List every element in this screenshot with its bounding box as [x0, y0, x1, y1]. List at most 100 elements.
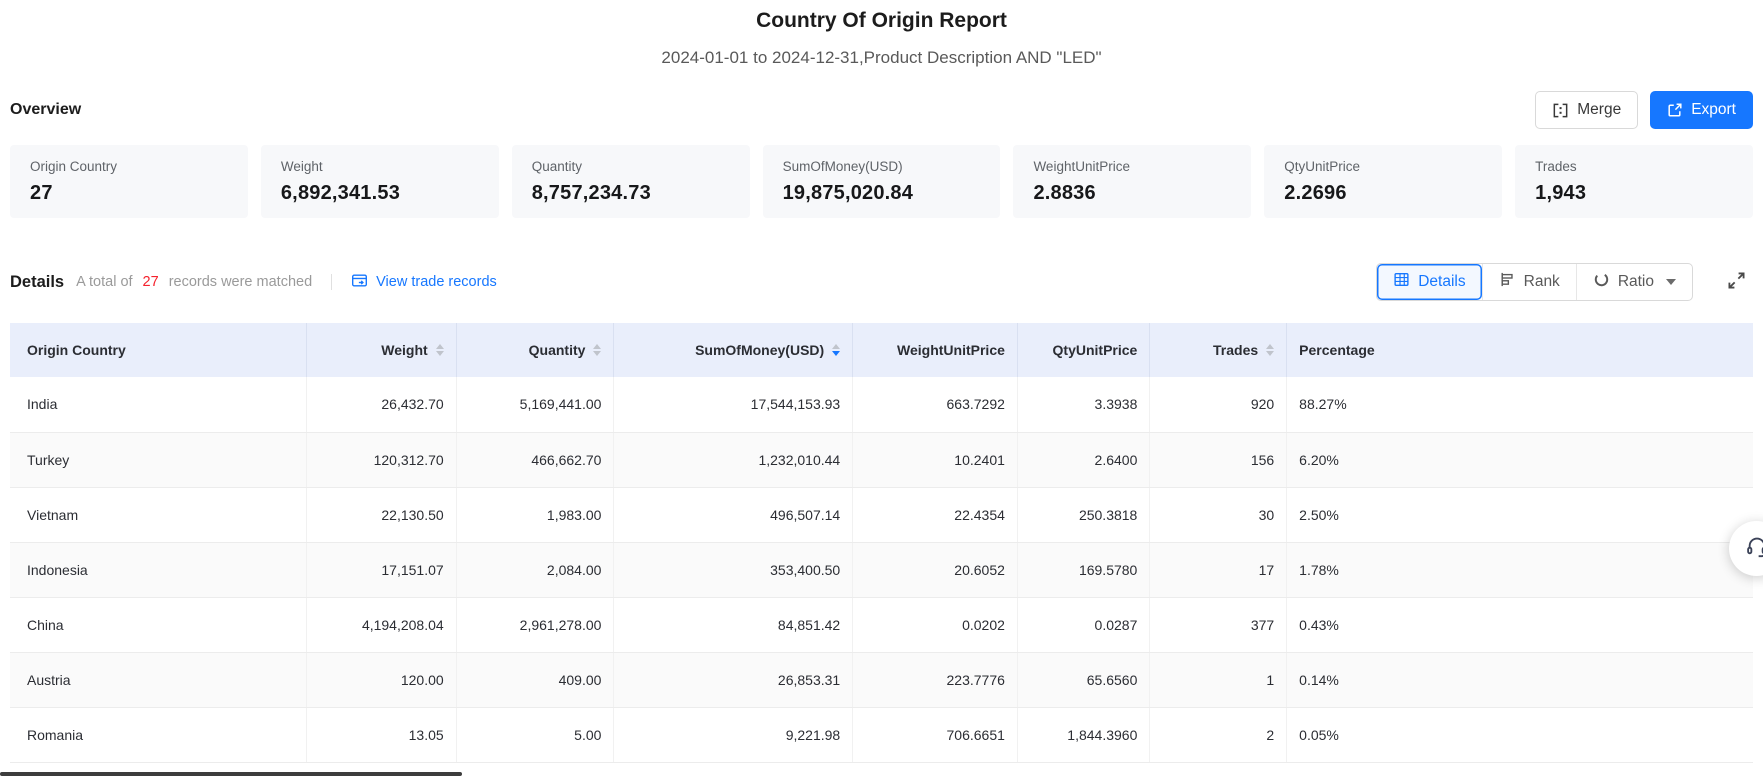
table-row: Indonesia 17,151.07 2,084.00 353,400.50 … [10, 542, 1753, 597]
table-header-row: Origin Country Weight Quantity SumOfMone… [10, 323, 1753, 377]
col-header-trades[interactable]: Trades [1150, 323, 1287, 377]
cell-country: China [10, 597, 306, 652]
cell-weight: 22,130.50 [306, 487, 456, 542]
card-value: 2.2696 [1284, 182, 1482, 205]
col-header-quantity[interactable]: Quantity [456, 323, 614, 377]
caret-down-icon [1666, 279, 1676, 285]
cell-percentage: 6.20% [1287, 432, 1753, 487]
col-label: QtyUnitPrice [1053, 342, 1138, 358]
cell-qty-unit-price: 1,844.3960 [1017, 707, 1149, 762]
cell-percentage: 2.50% [1287, 487, 1753, 542]
sort-carets-icon[interactable] [832, 344, 840, 357]
cell-quantity: 2,961,278.00 [456, 597, 614, 652]
merge-cells-icon [1552, 102, 1569, 119]
merge-button[interactable]: Merge [1535, 91, 1638, 129]
tab-details-label: Details [1418, 273, 1465, 291]
sort-carets-icon[interactable] [593, 344, 601, 357]
cell-quantity: 2,084.00 [456, 542, 614, 597]
col-header-origin-country: Origin Country [10, 323, 306, 377]
overview-cards: Origin Country 27 Weight 6,892,341.53 Qu… [10, 145, 1753, 218]
sort-carets-icon[interactable] [436, 344, 444, 357]
cell-weight-unit-price: 10.2401 [853, 432, 1018, 487]
tab-rank-label: Rank [1524, 273, 1560, 291]
tab-rank[interactable]: Rank [1482, 264, 1576, 300]
toolbar-actions: Merge Export [1535, 91, 1753, 129]
cell-trades: 156 [1150, 432, 1287, 487]
table-row: Austria 120.00 409.00 26,853.31 223.7776… [10, 652, 1753, 707]
overview-card: SumOfMoney(USD) 19,875,020.84 [763, 145, 1001, 218]
col-header-weight[interactable]: Weight [306, 323, 456, 377]
cell-qty-unit-price: 2.6400 [1017, 432, 1149, 487]
report-subtitle: 2024-01-01 to 2024-12-31,Product Descrip… [10, 48, 1753, 68]
view-switcher: Details Rank [1376, 263, 1753, 301]
view-mode-group: Details Rank [1376, 263, 1693, 301]
col-header-sum-of-money[interactable]: SumOfMoney(USD) [614, 323, 853, 377]
cell-weight: 120,312.70 [306, 432, 456, 487]
cell-percentage: 88.27% [1287, 377, 1753, 432]
cell-percentage: 1.78% [1287, 542, 1753, 597]
matched-count: 27 [143, 274, 159, 290]
merge-button-label: Merge [1577, 101, 1621, 119]
export-button-label: Export [1691, 101, 1736, 119]
expand-icon [1726, 270, 1747, 294]
cell-weight: 26,432.70 [306, 377, 456, 432]
card-label: Weight [281, 159, 479, 174]
overview-card: QtyUnitPrice 2.2696 [1264, 145, 1502, 218]
cell-sum: 26,853.31 [614, 652, 853, 707]
overview-card: WeightUnitPrice 2.8836 [1013, 145, 1251, 218]
cell-percentage: 0.05% [1287, 707, 1753, 762]
cell-country: Austria [10, 652, 306, 707]
rank-bars-icon [1499, 271, 1516, 293]
cell-sum: 496,507.14 [614, 487, 853, 542]
card-label: SumOfMoney(USD) [783, 159, 981, 174]
cell-weight: 120.00 [306, 652, 456, 707]
col-label: Weight [381, 342, 427, 358]
cell-quantity: 5.00 [456, 707, 614, 762]
cell-sum: 84,851.42 [614, 597, 853, 652]
cell-weight-unit-price: 706.6651 [853, 707, 1018, 762]
report-page: Country Of Origin Report 2024-01-01 to 2… [0, 0, 1763, 763]
tab-ratio-label: Ratio [1618, 273, 1654, 291]
view-trade-records-link[interactable]: View trade records [351, 272, 497, 293]
cell-weight: 17,151.07 [306, 542, 456, 597]
fullscreen-button[interactable] [1720, 269, 1753, 295]
table-row: Romania 13.05 5.00 9,221.98 706.6651 1,8… [10, 707, 1753, 762]
total-prefix: A total of [76, 274, 132, 290]
cell-quantity: 1,983.00 [456, 487, 614, 542]
sort-carets-icon[interactable] [1266, 344, 1274, 357]
cell-trades: 1 [1150, 652, 1287, 707]
page-title: Country Of Origin Report [10, 0, 1753, 33]
col-label: WeightUnitPrice [897, 342, 1005, 358]
col-header-percentage: Percentage [1287, 323, 1753, 377]
export-button[interactable]: Export [1650, 91, 1753, 129]
details-toolbar: Details A total of 27 records were match… [10, 262, 1753, 302]
overview-card: Origin Country 27 [10, 145, 248, 218]
trade-records-icon [351, 272, 368, 293]
overview-toolbar: Overview Merge [10, 90, 1753, 130]
cell-qty-unit-price: 169.5780 [1017, 542, 1149, 597]
details-summary: Details A total of 27 records were match… [10, 272, 497, 293]
overview-card: Trades 1,943 [1515, 145, 1753, 218]
cell-percentage: 0.43% [1287, 597, 1753, 652]
col-label: Quantity [529, 342, 586, 358]
cell-sum: 17,544,153.93 [614, 377, 853, 432]
cell-weight-unit-price: 223.7776 [853, 652, 1018, 707]
total-suffix: records were matched [169, 274, 312, 290]
card-value: 1,943 [1535, 182, 1733, 205]
export-icon [1667, 102, 1683, 118]
col-label: Percentage [1299, 342, 1374, 358]
cell-weight-unit-price: 0.0202 [853, 597, 1018, 652]
cell-qty-unit-price: 250.3818 [1017, 487, 1149, 542]
headset-icon [1744, 534, 1763, 563]
cell-country: Romania [10, 707, 306, 762]
cell-trades: 920 [1150, 377, 1287, 432]
tab-ratio[interactable]: Ratio [1576, 264, 1692, 300]
table-row: China 4,194,208.04 2,961,278.00 84,851.4… [10, 597, 1753, 652]
card-label: WeightUnitPrice [1033, 159, 1231, 174]
tab-details[interactable]: Details [1377, 264, 1481, 300]
overview-card: Quantity 8,757,234.73 [512, 145, 750, 218]
table-grid-icon [1393, 271, 1410, 293]
overview-heading: Overview [10, 101, 81, 119]
card-label: QtyUnitPrice [1284, 159, 1482, 174]
horizontal-scrollbar-thumb[interactable] [0, 772, 462, 776]
